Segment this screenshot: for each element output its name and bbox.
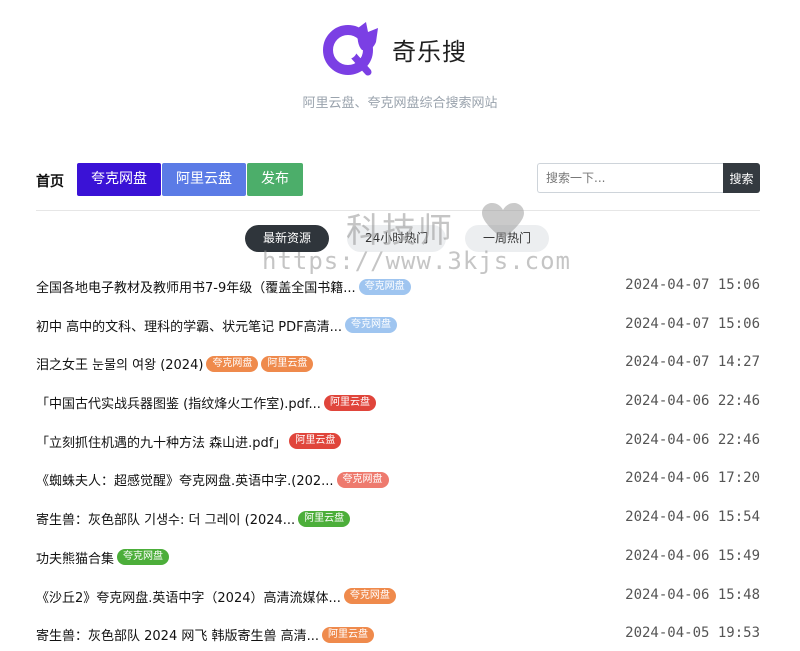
list-item: 「立刻抓住机遇的九十种方法 森山进.pdf」 阿里云盘 2024-04-06 22:… bbox=[36, 421, 760, 460]
list-item: 《沙丘2》夸克网盘.英语中字（2024）高清流媒体... 夸克网盘 2024-04-… bbox=[36, 576, 760, 615]
resource-time: 2024-04-06 17:20 bbox=[625, 470, 760, 487]
tab-latest[interactable]: 最新资源 bbox=[245, 225, 330, 252]
resource-title-link[interactable]: 寄生兽：灰色部队 2024 网飞 韩版寄生兽 高清... 阿里云盘 bbox=[36, 625, 375, 644]
list-item: 初中 高中的文科、理科的学霸、状元笔记 PDF高清... 夸克网盘 2024-04-… bbox=[36, 305, 760, 344]
resource-title[interactable]: 全国各地电子教材及教师用书7-9年级（覆盖全国书籍... bbox=[36, 277, 356, 296]
resource-time: 2024-04-06 22:46 bbox=[625, 393, 760, 410]
resource-title-link[interactable]: 「立刻抓住机遇的九十种方法 森山进.pdf」 阿里云盘 bbox=[36, 432, 342, 451]
brand-name[interactable]: 奇乐搜 bbox=[392, 32, 467, 67]
list-item: 「中国古代实战兵器图鉴 (指纹烽火工作室).pdf... 阿里云盘 2024-04-… bbox=[36, 382, 760, 421]
list-item: 全国各地电子教材及教师用书7-9年级（覆盖全国书籍... 夸克网盘 2024-04-… bbox=[36, 266, 760, 305]
resource-title[interactable]: 《沙丘2》夸克网盘.英语中字（2024）高清流媒体... bbox=[36, 587, 341, 606]
resource-title-link[interactable]: 《沙丘2》夸克网盘.英语中字（2024）高清流媒体... 夸克网盘 bbox=[36, 587, 396, 606]
resource-title-link[interactable]: 初中 高中的文科、理科的学霸、状元笔记 PDF高清... 夸克网盘 bbox=[36, 316, 397, 335]
resource-title-link[interactable]: 全国各地电子教材及教师用书7-9年级（覆盖全国书籍... 夸克网盘 bbox=[36, 277, 411, 296]
nav-aliyun-button[interactable]: 阿里云盘 bbox=[162, 163, 246, 196]
resource-title[interactable]: 《蜘蛛夫人：超感觉醒》夸克网盘.英语中字.(202... bbox=[36, 470, 334, 489]
site-header: 奇乐搜 bbox=[0, 18, 800, 78]
resource-time: 2024-04-07 15:06 bbox=[625, 315, 760, 332]
source-badge: 夸克网盘 bbox=[336, 471, 389, 488]
search-button[interactable]: 搜索 bbox=[723, 163, 760, 193]
resource-title[interactable]: 初中 高中的文科、理科的学霸、状元笔记 PDF高清... bbox=[36, 316, 342, 335]
resource-title[interactable]: 寄生兽：灰色部队 기생수: 더 그레이 (2024... bbox=[36, 509, 295, 528]
nav-publish-button[interactable]: 发布 bbox=[247, 163, 303, 196]
nav-home-link[interactable]: 首页 bbox=[36, 171, 64, 191]
resource-time: 2024-04-06 15:54 bbox=[625, 509, 760, 526]
list-item: 《蜘蛛夫人：超感觉醒》夸克网盘.英语中字.(202... 夸克网盘 2024-04-… bbox=[36, 459, 760, 498]
resource-title[interactable]: 功夫熊猫合集 bbox=[36, 548, 114, 567]
logo-icon[interactable] bbox=[322, 20, 384, 76]
resource-time: 2024-04-06 15:48 bbox=[625, 586, 760, 603]
source-badge: 夸克网盘 bbox=[343, 588, 396, 604]
source-badge: 夸克网盘 bbox=[117, 549, 170, 566]
resource-title-link[interactable]: 功夫熊猫合集 夸克网盘 bbox=[36, 548, 170, 567]
list-item: 寄生兽：灰色部队 2024 网飞 韩版寄生兽 高清... 阿里云盘 2024-04-… bbox=[36, 614, 760, 651]
nav-divider bbox=[36, 210, 760, 211]
source-badge: 夸克网盘 bbox=[206, 355, 259, 372]
resource-title[interactable]: 泪之女王 눈물의 여왕 (2024) bbox=[36, 354, 203, 373]
resource-time: 2024-04-05 19:53 bbox=[625, 625, 760, 642]
source-badge: 夸克网盘 bbox=[358, 278, 411, 295]
source-badge: 阿里云盘 bbox=[322, 626, 375, 643]
resource-title-link[interactable]: 《蜘蛛夫人：超感觉醒》夸克网盘.英语中字.(202... 夸克网盘 bbox=[36, 470, 389, 489]
resource-list: 全国各地电子教材及教师用书7-9年级（覆盖全国书籍... 夸克网盘 2024-04-… bbox=[36, 266, 760, 651]
resource-title[interactable]: 「立刻抓住机遇的九十种方法 森山进.pdf」 bbox=[36, 432, 286, 451]
resource-title-link[interactable]: 泪之女王 눈물의 여왕 (2024) 夸克网盘 阿里云盘 bbox=[36, 354, 314, 373]
search-form: 搜索 bbox=[537, 163, 760, 193]
list-item: 功夫熊猫合集 夸克网盘 2024-04-06 15:49 bbox=[36, 537, 760, 576]
resource-time: 2024-04-07 14:27 bbox=[625, 354, 760, 371]
tab-24h-hot[interactable]: 24小时热门 bbox=[347, 225, 447, 252]
main-nav: 首页 夸克网盘 阿里云盘 发布 搜索 bbox=[36, 163, 760, 197]
list-item: 寄生兽：灰色部队 기생수: 더 그레이 (2024... 阿里云盘 2024-04-… bbox=[36, 498, 760, 537]
resource-title-link[interactable]: 寄生兽：灰色部队 기생수: 더 그레이 (2024... 阿里云盘 bbox=[36, 509, 351, 528]
resource-title[interactable]: 寄生兽：灰色部队 2024 网飞 韩版寄生兽 高清... bbox=[36, 625, 319, 644]
resource-tabs: 最新资源 24小时热门 一周热门 bbox=[245, 225, 565, 253]
source-badge: 阿里云盘 bbox=[298, 510, 351, 527]
resource-time: 2024-04-06 22:46 bbox=[625, 431, 760, 448]
resource-time: 2024-04-06 15:49 bbox=[625, 547, 760, 564]
resource-title[interactable]: 「中国古代实战兵器图鉴 (指纹烽火工作室).pdf... bbox=[36, 393, 321, 412]
nav-quark-button[interactable]: 夸克网盘 bbox=[77, 163, 161, 196]
source-badge: 阿里云盘 bbox=[261, 355, 314, 372]
tab-week-hot[interactable]: 一周热门 bbox=[465, 225, 550, 252]
list-item: 泪之女王 눈물의 여왕 (2024) 夸克网盘 阿里云盘 2024-04-07 14:… bbox=[36, 343, 760, 382]
source-badge: 夸克网盘 bbox=[345, 317, 397, 334]
source-badge: 阿里云盘 bbox=[323, 394, 376, 411]
search-input[interactable] bbox=[537, 163, 723, 193]
source-badge: 阿里云盘 bbox=[289, 433, 342, 450]
resource-time: 2024-04-07 15:06 bbox=[625, 277, 760, 293]
site-tagline: 阿里云盘、夸克网盘综合搜索网站 bbox=[302, 96, 498, 111]
resource-title-link[interactable]: 「中国古代实战兵器图鉴 (指纹烽火工作室).pdf... 阿里云盘 bbox=[36, 393, 376, 412]
